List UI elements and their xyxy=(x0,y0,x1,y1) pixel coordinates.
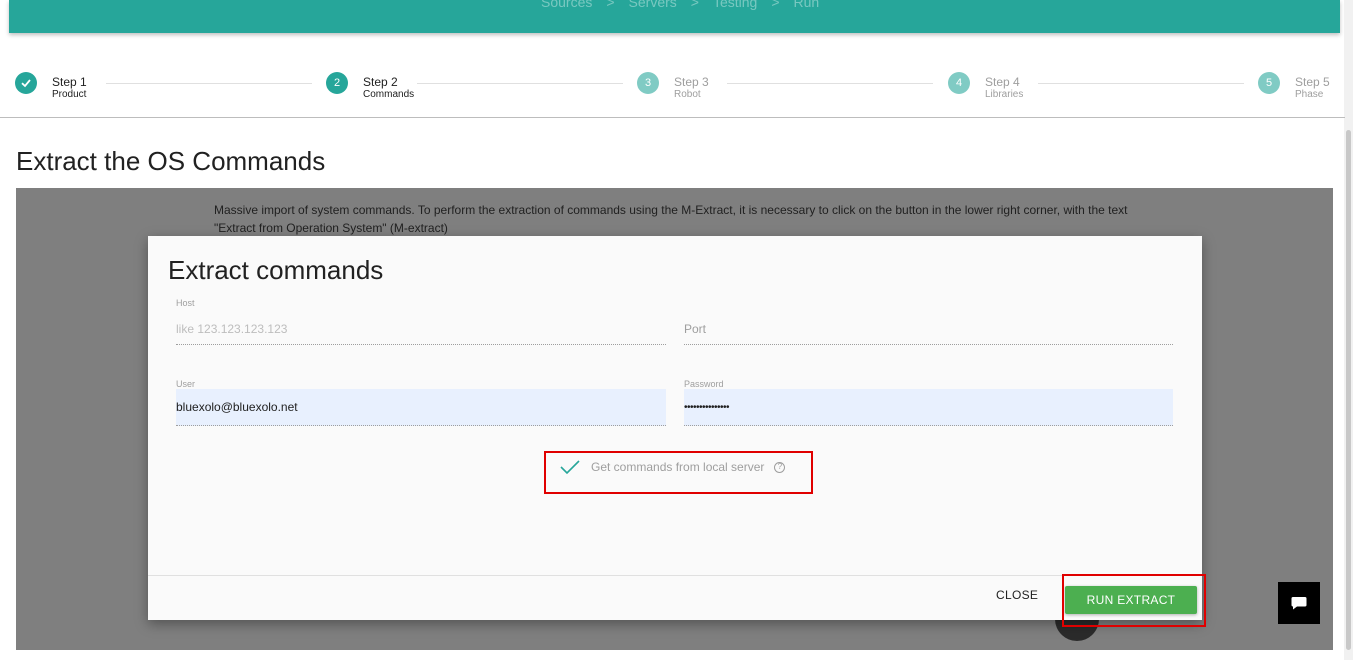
host-input[interactable]: like 123.123.123.123 xyxy=(176,314,666,345)
step-3[interactable]: 3 Step 3 Robot xyxy=(637,72,709,101)
breadcrumb-item-servers[interactable]: Servers xyxy=(629,0,677,10)
breadcrumb-separator-icon: > xyxy=(690,0,699,10)
password-input[interactable]: ••••••••••••••• xyxy=(684,389,1173,426)
user-value: bluexolo@bluexolo.net xyxy=(176,400,298,414)
chat-button[interactable] xyxy=(1278,582,1320,624)
step-connector xyxy=(106,83,312,84)
step-title: Step 3 xyxy=(674,75,709,89)
port-placeholder: Port xyxy=(684,322,707,336)
dialog-title: Extract commands xyxy=(168,255,384,285)
step-subtitle: Product xyxy=(52,89,87,100)
highlight-box xyxy=(1062,574,1206,627)
breadcrumb: Sources > Servers > Testing > Run xyxy=(541,0,819,10)
check-icon xyxy=(15,72,37,94)
top-nav-bar: Sources > Servers > Testing > Run xyxy=(9,0,1340,33)
host-label: Host xyxy=(176,298,195,308)
port-input[interactable]: Port xyxy=(684,314,1173,345)
page-title: Extract the OS Commands xyxy=(16,146,326,176)
extract-commands-dialog: Extract commands Host like 123.123.123.1… xyxy=(148,236,1202,620)
step-subtitle: Libraries xyxy=(985,89,1024,100)
step-connector xyxy=(417,83,623,84)
breadcrumb-item-sources[interactable]: Sources xyxy=(541,0,592,10)
step-title: Step 2 xyxy=(363,75,398,89)
step-subtitle: Robot xyxy=(674,89,701,100)
step-number: 2 xyxy=(326,72,348,94)
step-connector xyxy=(1038,83,1244,84)
user-input[interactable]: bluexolo@bluexolo.net xyxy=(176,389,666,426)
step-subtitle: Phase xyxy=(1295,89,1324,100)
step-1[interactable]: Step 1 Product xyxy=(15,72,87,101)
user-label: User xyxy=(176,379,196,389)
breadcrumb-separator-icon: > xyxy=(771,0,780,10)
step-number: 5 xyxy=(1258,72,1280,94)
scrollbar-thumb[interactable] xyxy=(1346,130,1351,650)
breadcrumb-item-testing[interactable]: Testing xyxy=(713,0,757,10)
host-placeholder: like 123.123.123.123 xyxy=(176,322,288,336)
stepper: Step 1 Product 2 Step 2 Commands 3 Step … xyxy=(0,60,1345,118)
highlight-box xyxy=(544,451,813,494)
step-subtitle: Commands xyxy=(363,89,415,100)
step-title: Step 1 xyxy=(52,75,87,89)
breadcrumb-item-run[interactable]: Run xyxy=(794,0,820,10)
step-4[interactable]: 4 Step 4 Libraries xyxy=(948,72,1023,101)
breadcrumb-separator-icon: > xyxy=(606,0,615,10)
step-5[interactable]: 5 Step 5 Phase xyxy=(1258,72,1330,101)
step-title: Step 5 xyxy=(1295,75,1330,89)
step-title: Step 4 xyxy=(985,75,1020,89)
password-label: Password xyxy=(684,379,724,389)
password-field: Password ••••••••••••••• xyxy=(684,379,1173,427)
password-value: ••••••••••••••• xyxy=(684,401,730,413)
step-number: 3 xyxy=(637,72,659,94)
host-field: Host like 123.123.123.123 xyxy=(176,298,666,346)
port-field: Port xyxy=(684,298,1173,346)
close-button[interactable]: CLOSE xyxy=(996,588,1038,602)
user-field: User bluexolo@bluexolo.net xyxy=(176,379,666,427)
scrollbar[interactable] xyxy=(1344,0,1353,660)
dialog-footer: CLOSE RUN EXTRACT xyxy=(148,575,1202,620)
chat-bubble-icon xyxy=(1291,597,1307,610)
step-2[interactable]: 2 Step 2 Commands xyxy=(326,72,414,101)
step-connector xyxy=(727,83,933,84)
step-number: 4 xyxy=(948,72,970,94)
